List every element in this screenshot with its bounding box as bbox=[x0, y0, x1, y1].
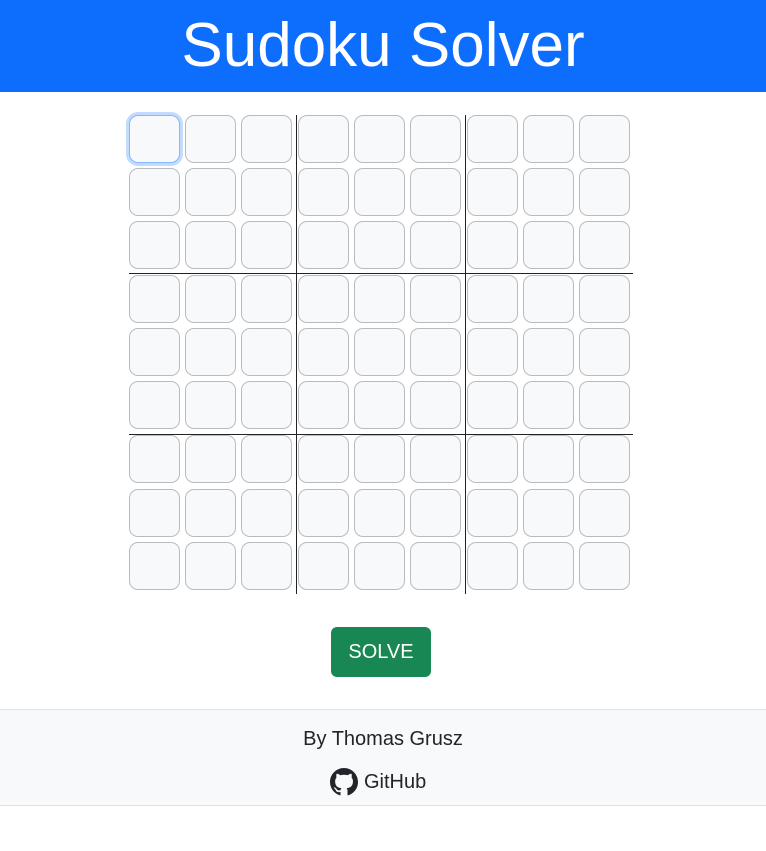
sudoku-cell-r6-c8[interactable] bbox=[523, 381, 574, 429]
sudoku-cell-r5-c5[interactable] bbox=[354, 328, 405, 376]
github-link[interactable]: GitHub bbox=[330, 768, 426, 796]
sudoku-cell-r6-c5[interactable] bbox=[354, 381, 405, 429]
sudoku-cell-r5-c6[interactable] bbox=[410, 328, 461, 376]
sudoku-cell-r9-c5[interactable] bbox=[354, 542, 405, 590]
sudoku-cell-r7-c3[interactable] bbox=[241, 435, 292, 483]
sudoku-cell-r3-c2[interactable] bbox=[185, 221, 236, 269]
block-divider-horizontal-2 bbox=[129, 434, 633, 435]
sudoku-cell-r1-c3[interactable] bbox=[241, 115, 292, 163]
sudoku-cell-r7-c1[interactable] bbox=[129, 435, 180, 483]
block-divider-vertical-2 bbox=[465, 115, 466, 594]
sudoku-cell-r9-c1[interactable] bbox=[129, 542, 180, 590]
sudoku-cell-r7-c4[interactable] bbox=[298, 435, 349, 483]
sudoku-cell-r8-c9[interactable] bbox=[579, 489, 630, 537]
sudoku-cell-r1-c5[interactable] bbox=[354, 115, 405, 163]
sudoku-cell-r9-c3[interactable] bbox=[241, 542, 292, 590]
sudoku-cell-r8-c6[interactable] bbox=[410, 489, 461, 537]
github-icon bbox=[330, 768, 358, 796]
sudoku-cell-r6-c6[interactable] bbox=[410, 381, 461, 429]
sudoku-cell-r5-c1[interactable] bbox=[129, 328, 180, 376]
author-credit: By Thomas Grusz bbox=[303, 728, 463, 750]
sudoku-cell-r4-c4[interactable] bbox=[298, 275, 349, 323]
sudoku-cell-r9-c2[interactable] bbox=[185, 542, 236, 590]
sudoku-cell-r4-c7[interactable] bbox=[467, 275, 518, 323]
sudoku-cell-r1-c9[interactable] bbox=[579, 115, 630, 163]
sudoku-cell-r6-c2[interactable] bbox=[185, 381, 236, 429]
sudoku-cell-r4-c8[interactable] bbox=[523, 275, 574, 323]
sudoku-cell-r6-c1[interactable] bbox=[129, 381, 180, 429]
sudoku-cell-r2-c5[interactable] bbox=[354, 168, 405, 216]
page-title: Sudoku Solver bbox=[181, 11, 585, 80]
sudoku-cell-r8-c3[interactable] bbox=[241, 489, 292, 537]
sudoku-cell-r6-c7[interactable] bbox=[467, 381, 518, 429]
sudoku-cell-r3-c7[interactable] bbox=[467, 221, 518, 269]
sudoku-cell-r5-c9[interactable] bbox=[579, 328, 630, 376]
sudoku-cell-r8-c1[interactable] bbox=[129, 489, 180, 537]
sudoku-cell-r7-c9[interactable] bbox=[579, 435, 630, 483]
sudoku-cell-r1-c1[interactable] bbox=[129, 115, 180, 163]
sudoku-cell-r7-c7[interactable] bbox=[467, 435, 518, 483]
sudoku-cell-r2-c4[interactable] bbox=[298, 168, 349, 216]
sudoku-cell-r7-c8[interactable] bbox=[523, 435, 574, 483]
sudoku-cell-r7-c2[interactable] bbox=[185, 435, 236, 483]
sudoku-cell-r8-c7[interactable] bbox=[467, 489, 518, 537]
sudoku-cell-r6-c4[interactable] bbox=[298, 381, 349, 429]
sudoku-cell-r4-c6[interactable] bbox=[410, 275, 461, 323]
sudoku-cell-r1-c4[interactable] bbox=[298, 115, 349, 163]
sudoku-cell-r6-c9[interactable] bbox=[579, 381, 630, 429]
sudoku-cell-r4-c3[interactable] bbox=[241, 275, 292, 323]
sudoku-cell-r3-c9[interactable] bbox=[579, 221, 630, 269]
sudoku-cell-r6-c3[interactable] bbox=[241, 381, 292, 429]
sudoku-cell-r8-c4[interactable] bbox=[298, 489, 349, 537]
sudoku-cell-r2-c7[interactable] bbox=[467, 168, 518, 216]
sudoku-cell-r9-c4[interactable] bbox=[298, 542, 349, 590]
solve-button[interactable]: SOLVE bbox=[331, 627, 431, 677]
footer: By Thomas Grusz GitHub bbox=[0, 709, 766, 806]
sudoku-cell-r3-c6[interactable] bbox=[410, 221, 461, 269]
sudoku-cell-r1-c6[interactable] bbox=[410, 115, 461, 163]
sudoku-cell-r8-c5[interactable] bbox=[354, 489, 405, 537]
sudoku-cell-r5-c7[interactable] bbox=[467, 328, 518, 376]
sudoku-cell-r5-c3[interactable] bbox=[241, 328, 292, 376]
sudoku-cell-r7-c6[interactable] bbox=[410, 435, 461, 483]
sudoku-cell-r1-c8[interactable] bbox=[523, 115, 574, 163]
sudoku-cell-r4-c1[interactable] bbox=[129, 275, 180, 323]
sudoku-cell-r2-c2[interactable] bbox=[185, 168, 236, 216]
sudoku-cell-r2-c3[interactable] bbox=[241, 168, 292, 216]
sudoku-cell-r2-c9[interactable] bbox=[579, 168, 630, 216]
sudoku-cell-r2-c8[interactable] bbox=[523, 168, 574, 216]
sudoku-cell-r4-c9[interactable] bbox=[579, 275, 630, 323]
sudoku-cell-r3-c4[interactable] bbox=[298, 221, 349, 269]
sudoku-cell-r3-c5[interactable] bbox=[354, 221, 405, 269]
sudoku-cell-r9-c6[interactable] bbox=[410, 542, 461, 590]
sudoku-cell-r4-c2[interactable] bbox=[185, 275, 236, 323]
sudoku-cell-r3-c8[interactable] bbox=[523, 221, 574, 269]
sudoku-cell-r2-c1[interactable] bbox=[129, 168, 180, 216]
sudoku-cell-r3-c3[interactable] bbox=[241, 221, 292, 269]
github-label: GitHub bbox=[364, 770, 427, 793]
sudoku-cell-r9-c9[interactable] bbox=[579, 542, 630, 590]
sudoku-cell-r3-c1[interactable] bbox=[129, 221, 180, 269]
header-bar: Sudoku Solver bbox=[0, 0, 766, 92]
block-divider-vertical-1 bbox=[296, 115, 297, 594]
sudoku-cell-r5-c4[interactable] bbox=[298, 328, 349, 376]
sudoku-cell-r4-c5[interactable] bbox=[354, 275, 405, 323]
sudoku-cell-r9-c7[interactable] bbox=[467, 542, 518, 590]
sudoku-cell-r8-c2[interactable] bbox=[185, 489, 236, 537]
sudoku-cell-r9-c8[interactable] bbox=[523, 542, 574, 590]
sudoku-cell-r1-c2[interactable] bbox=[185, 115, 236, 163]
sudoku-cell-r5-c8[interactable] bbox=[523, 328, 574, 376]
sudoku-board bbox=[129, 115, 633, 594]
sudoku-cell-r8-c8[interactable] bbox=[523, 489, 574, 537]
sudoku-cell-r5-c2[interactable] bbox=[185, 328, 236, 376]
sudoku-cell-r1-c7[interactable] bbox=[467, 115, 518, 163]
sudoku-cell-r7-c5[interactable] bbox=[354, 435, 405, 483]
sudoku-cell-r2-c6[interactable] bbox=[410, 168, 461, 216]
block-divider-horizontal-1 bbox=[129, 273, 633, 274]
